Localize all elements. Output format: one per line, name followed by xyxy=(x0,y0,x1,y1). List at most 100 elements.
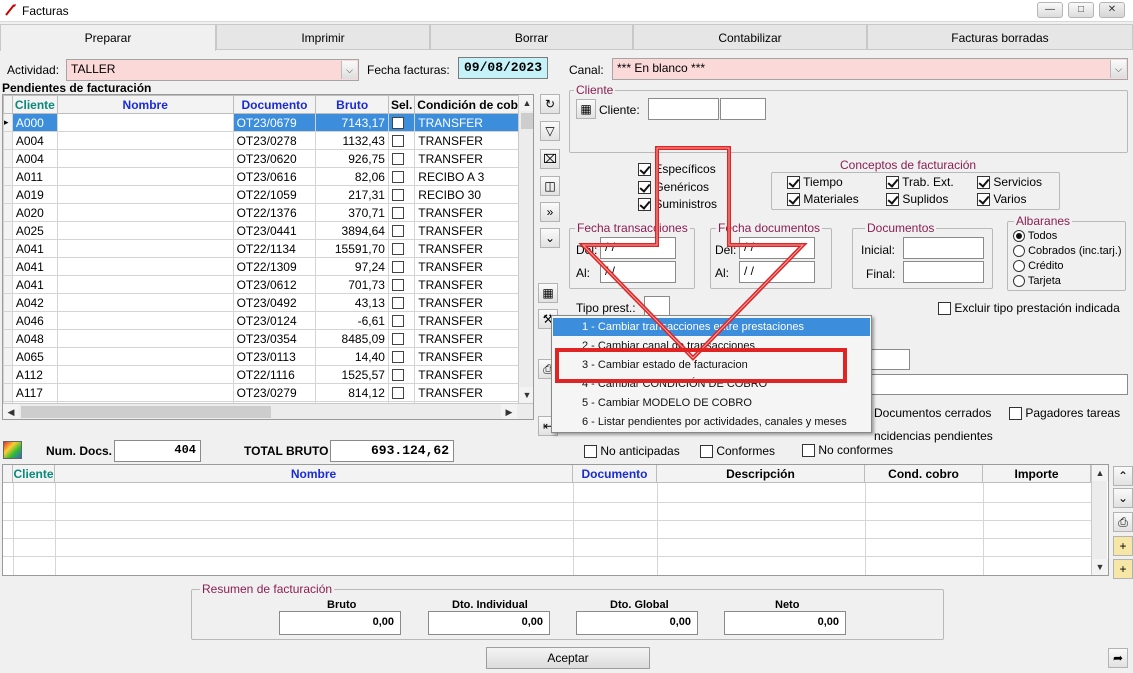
cell-sel[interactable] xyxy=(387,167,416,186)
detalle-col-cliente[interactable]: Cliente xyxy=(13,465,55,483)
albaranes-tarjeta[interactable]: Tarjeta xyxy=(1013,275,1061,288)
scroll-up-icon[interactable]: ▲ xyxy=(519,95,533,111)
no-conformes-check[interactable]: No conformes xyxy=(802,443,893,458)
tab-facturas-borradas[interactable]: Facturas borradas xyxy=(867,24,1133,50)
scroll-down-icon[interactable]: ▼ xyxy=(519,387,533,403)
radio-tarjeta[interactable] xyxy=(1013,275,1025,288)
cell-sel[interactable] xyxy=(387,275,416,294)
checkbox-varios[interactable] xyxy=(977,193,990,207)
canal-select[interactable]: *** En blanco *** ⌵ xyxy=(612,58,1128,80)
vertical-scrollbar[interactable]: ▲ ▼ xyxy=(518,95,533,403)
cell-sel[interactable] xyxy=(387,149,416,168)
exit-door-icon[interactable]: ➦ xyxy=(1108,648,1128,668)
albaranes-cobrados[interactable]: Cobrados (inc.tarj.) xyxy=(1013,245,1122,258)
concepto-suplidos[interactable]: Suplidos xyxy=(886,192,948,207)
table-row[interactable]: A004 OT23/0278 1132,43 TRANSFER xyxy=(3,131,533,150)
close-button[interactable]: ✕ xyxy=(1099,2,1125,18)
scroll-down-icon[interactable]: ▼ xyxy=(1092,559,1108,575)
row-select-checkbox[interactable] xyxy=(391,387,404,400)
col-nombre[interactable]: Nombre xyxy=(56,95,234,114)
cell-sel[interactable] xyxy=(387,365,416,384)
checkbox-conformes[interactable] xyxy=(700,445,713,459)
aceptar-button[interactable]: Aceptar xyxy=(486,647,650,669)
refresh-icon[interactable]: ↻ xyxy=(540,94,560,114)
scroll-h-thumb[interactable] xyxy=(21,406,271,418)
row-select-checkbox[interactable] xyxy=(391,189,404,202)
table-row[interactable]: A004 OT23/0620 926,75 TRANSFER xyxy=(3,149,533,168)
add-invoice-icon[interactable]: + xyxy=(1113,536,1133,556)
radio-cobrados[interactable] xyxy=(1013,245,1025,258)
table-row[interactable]: ▸ A000 OT23/0679 7143,17 TRANSFER xyxy=(3,113,533,132)
concepto-varios[interactable]: Varios xyxy=(977,192,1026,207)
table-row[interactable]: A117 OT23/0279 814,12 TRANSFER xyxy=(3,383,533,402)
checkbox-pagadores[interactable] xyxy=(1009,407,1022,421)
cell-sel[interactable] xyxy=(387,239,416,258)
detalle-grid[interactable]: Cliente Nombre Documento Descripción Con… xyxy=(2,464,1109,576)
checkbox-trab-ext[interactable] xyxy=(886,176,899,190)
actividad-select[interactable]: TALLER ⌵ xyxy=(66,59,359,81)
detalle-col-descripcion[interactable]: Descripción xyxy=(657,465,865,483)
row-select-checkbox[interactable] xyxy=(391,153,404,166)
fecha-facturas-field[interactable]: 09/08/2023 xyxy=(458,57,548,79)
incidencias-check[interactable]: ncidencias pendientes xyxy=(874,429,993,443)
table-row[interactable]: A048 OT23/0354 8485,09 TRANSFER xyxy=(3,329,533,348)
final-field[interactable] xyxy=(903,261,984,283)
table-row[interactable]: A025 OT23/0441 3894,64 TRANSFER xyxy=(3,221,533,240)
table-row[interactable]: A041 OT22/1134 15591,70 TRANSFER xyxy=(3,239,533,258)
row-select-checkbox[interactable] xyxy=(391,243,404,256)
checkbox-no-anticipadas[interactable] xyxy=(584,445,597,459)
table-row[interactable]: A011 OT23/0616 82,06 RECIBO A 3 xyxy=(3,167,533,186)
cell-sel[interactable] xyxy=(387,257,416,276)
table-row[interactable]: A065 OT23/0113 14,40 TRANSFER xyxy=(3,347,533,366)
table-row[interactable]: A112 OT22/1116 1525,57 TRANSFER xyxy=(3,365,533,384)
add-record-icon[interactable]: + xyxy=(1113,559,1133,579)
cell-sel[interactable] xyxy=(387,311,416,330)
filter-icon[interactable]: ▽ xyxy=(540,121,560,141)
cliente-sub-field[interactable] xyxy=(720,98,766,120)
chevron-down-icon[interactable]: ⌵ xyxy=(341,61,357,79)
cell-sel[interactable] xyxy=(387,221,416,240)
tab-contabilizar[interactable]: Contabilizar xyxy=(633,24,867,50)
cell-sel[interactable] xyxy=(387,329,416,348)
scroll-left-icon[interactable]: ◀ xyxy=(3,404,19,419)
albaranes-credito[interactable]: Crédito xyxy=(1013,260,1064,273)
row-select-checkbox[interactable] xyxy=(391,261,404,274)
table-row[interactable]: A019 OT22/1059 217,31 RECIBO 30 xyxy=(3,185,533,204)
detalle-col-documento[interactable]: Documento xyxy=(573,465,657,483)
minimize-button[interactable]: — xyxy=(1037,2,1063,18)
extra-field-1[interactable] xyxy=(870,349,910,370)
col-cliente[interactable]: Cliente xyxy=(11,95,58,114)
row-select-checkbox[interactable] xyxy=(391,369,404,382)
scroll-right-icon[interactable]: ▶ xyxy=(501,404,517,419)
printer-icon[interactable]: ⎙ xyxy=(1113,512,1133,532)
double-up-icon[interactable]: ⌃ xyxy=(1113,466,1133,486)
detalle-col-importe[interactable]: Importe xyxy=(983,465,1091,483)
table-row[interactable]: A042 OT23/0492 43,13 TRANSFER xyxy=(3,293,533,312)
cell-sel[interactable] xyxy=(387,203,416,222)
row-select-checkbox[interactable] xyxy=(391,135,404,148)
row-select-checkbox[interactable] xyxy=(391,351,404,364)
tab-imprimir[interactable]: Imprimir xyxy=(216,24,430,50)
radio-todos[interactable] xyxy=(1013,230,1025,243)
detalle-vscroll[interactable]: ▲ ▼ xyxy=(1091,465,1108,575)
row-select-checkbox[interactable] xyxy=(391,333,404,346)
cell-sel[interactable] xyxy=(387,185,416,204)
extra-field-2[interactable] xyxy=(870,374,1128,395)
cell-sel[interactable] xyxy=(387,113,416,132)
checkbox-excluir[interactable] xyxy=(938,302,951,316)
concepto-trab-ext[interactable]: Trab. Ext. xyxy=(886,175,954,190)
inicial-field[interactable] xyxy=(903,237,984,259)
table-row[interactable]: A041 OT22/1309 97,24 TRANSFER xyxy=(3,257,533,276)
double-down-icon[interactable]: ⌄ xyxy=(1113,488,1133,508)
menu-item-listar-pendientes[interactable]: 6 - Listar pendientes por actividades, c… xyxy=(553,413,870,431)
chevron-down-icon[interactable]: ⌵ xyxy=(1110,60,1126,78)
scroll-up-icon[interactable]: ▲ xyxy=(1092,465,1108,481)
cell-sel[interactable] xyxy=(387,293,416,312)
row-select-checkbox[interactable] xyxy=(391,117,404,130)
row-select-checkbox[interactable] xyxy=(391,279,404,292)
albaranes-todos[interactable]: Todos xyxy=(1013,230,1057,243)
detalle-col-nombre[interactable]: Nombre xyxy=(55,465,573,483)
row-select-checkbox[interactable] xyxy=(391,171,404,184)
documentos-cerrados-check[interactable]: Documentos cerrados xyxy=(874,406,991,420)
col-condicion[interactable]: Condición de cobro xyxy=(414,95,533,114)
